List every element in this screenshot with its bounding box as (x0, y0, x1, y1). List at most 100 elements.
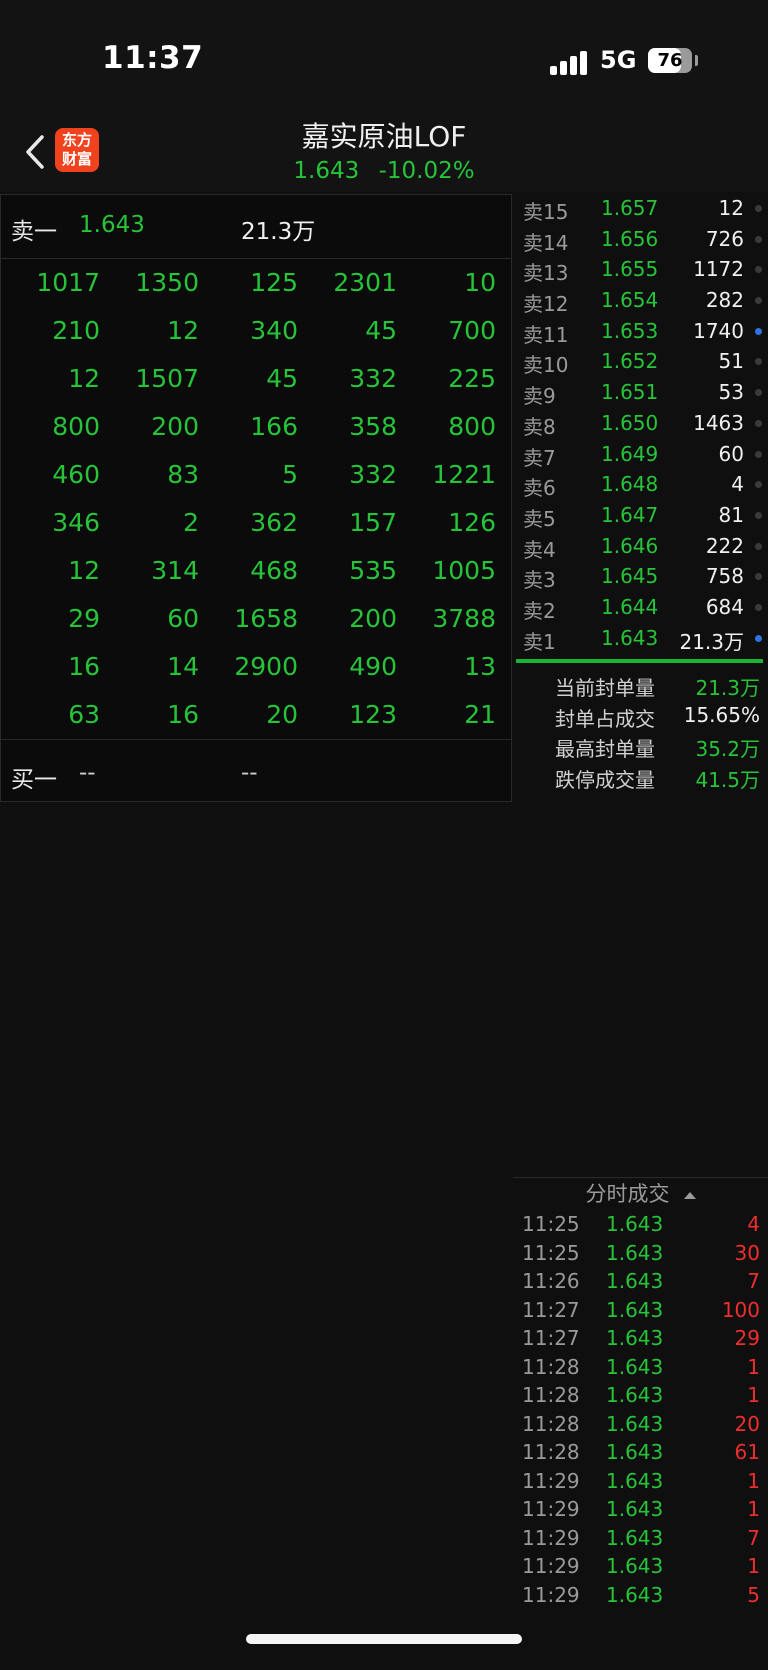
ask-level-row[interactable]: 卖10 1.652 51 (513, 345, 768, 377)
trade-time: 11:25 (522, 1240, 580, 1265)
buy-one-volume: -- (241, 760, 258, 786)
queue-row: 346 2 362 157 126 (1, 499, 511, 547)
dot-indicator-icon (755, 450, 762, 458)
seal-stat-label: 当前封单量 (555, 676, 655, 700)
trade-row: 11:28 1.643 61 (513, 1438, 768, 1467)
queue-cell: 1507 (135, 364, 199, 393)
ask-level-price: 1.655 (601, 257, 659, 282)
queue-cell: 157 (349, 508, 397, 537)
ask-level-row[interactable]: 卖6 1.648 4 (513, 468, 768, 500)
trade-time: 11:27 (522, 1297, 580, 1322)
seal-stat-row: 跌停成交量 41.5万 (513, 762, 768, 793)
time-sales-panel: 分时成交 11:25 1.643 4 11:25 1.643 30 11:26 1.643 7 1… (513, 1177, 768, 1607)
ask-level-label: 卖11 (523, 322, 569, 347)
ask-level-row[interactable]: 卖11 1.653 1740 (513, 315, 768, 347)
queue-cell: 60 (167, 604, 199, 633)
seal-stat-value: 35.2万 (695, 737, 760, 761)
ask-level-volume: 60 (718, 441, 744, 466)
trade-price: 1.643 (606, 1326, 664, 1350)
home-indicator[interactable] (246, 1634, 522, 1644)
trade-price: 1.643 (606, 1240, 664, 1265)
trade-row: 11:27 1.643 100 (513, 1296, 768, 1325)
queue-cell: 800 (52, 412, 100, 441)
ask-level-volume: 4 (731, 472, 744, 497)
dot-indicator-icon (755, 542, 762, 550)
ask-level-volume: 1463 (693, 410, 744, 435)
sell-one-label: 卖一 (11, 219, 57, 245)
ask-level-volume: 1740 (693, 318, 744, 343)
ask-level-volume: 12 (718, 196, 744, 220)
ask-level-price: 1.654 (601, 288, 659, 313)
ask-level-label: 卖9 (523, 384, 556, 409)
queue-row: 16 14 2900 490 13 (1, 643, 511, 691)
ask-level-row[interactable]: 卖2 1.644 684 (513, 591, 768, 623)
ask-level-row[interactable]: 卖9 1.651 53 (513, 376, 768, 409)
ask-level-row[interactable]: 卖15 1.657 12 (513, 192, 768, 224)
trade-volume: 30 (734, 1240, 760, 1265)
queue-cell: 2900 (234, 652, 298, 681)
trade-row: 11:29 1.643 7 (513, 1524, 768, 1553)
trade-row: 11:25 1.643 30 (513, 1239, 768, 1268)
ask-level-price: 1.651 (601, 380, 659, 405)
trade-volume: 61 (734, 1440, 760, 1464)
queue-row: 1017 1350 125 2301 10 (1, 259, 511, 307)
queue-cell: 200 (151, 412, 199, 441)
ask-level-price: 1.653 (601, 318, 659, 343)
buy-one-price: -- (79, 760, 96, 786)
ask-level-volume: 21.3万 (679, 629, 744, 654)
trade-row: 11:27 1.643 29 (513, 1324, 768, 1353)
trade-time: 11:29 (522, 1497, 580, 1521)
ask-level-row[interactable]: 卖13 1.655 1172 (513, 253, 768, 285)
ask-level-price: 1.647 (601, 502, 659, 527)
ask-level-row[interactable]: 卖1 1.643 21.3万 (513, 622, 768, 654)
queue-cell: 225 (448, 364, 496, 393)
dot-indicator-icon (755, 481, 762, 489)
queue-cell: 29 (68, 604, 100, 633)
trade-price: 1.643 (606, 1525, 664, 1550)
ask-level-volume: 222 (705, 533, 744, 558)
queue-cell: 346 (52, 508, 100, 537)
ask-level-row[interactable]: 卖8 1.650 1463 (513, 407, 768, 439)
seal-stat-row: 最高封单量 35.2万 (513, 731, 768, 762)
trade-price: 1.643 (606, 1497, 664, 1521)
ask-level-row[interactable]: 卖12 1.654 282 (513, 284, 768, 316)
ask-level-price: 1.656 (601, 226, 659, 251)
queue-cell: 12 (167, 316, 199, 345)
trade-row: 11:26 1.643 7 (513, 1267, 768, 1296)
trade-volume: 4 (747, 1212, 760, 1236)
ask-level-volume: 51 (718, 349, 744, 374)
trade-time: 11:28 (522, 1440, 580, 1464)
queue-cell: 45 (365, 316, 397, 345)
queue-cell: 12 (68, 556, 100, 585)
queue-cell: 1658 (234, 604, 298, 633)
queue-cell: 10 (464, 268, 496, 297)
buy-one-row[interactable]: 买一 -- -- (1, 739, 511, 803)
ask-levels-panel: 卖15 1.657 12 卖14 1.656 726 卖13 1.655 1172 卖12 1.65… (513, 192, 768, 654)
queue-cell: 332 (349, 364, 397, 393)
trade-price: 1.643 (606, 1297, 664, 1322)
queue-cell: 1017 (36, 268, 100, 297)
status-bar: 11:37 5G 76 (0, 0, 768, 110)
queue-cell: 123 (349, 700, 397, 729)
battery-icon: 76 (648, 48, 692, 73)
order-queue-panel: 卖一 1.643 21.3万 1017 1350 125 2301 10 210 12 340… (0, 194, 512, 802)
dot-indicator-icon (755, 297, 762, 305)
trade-volume: 100 (721, 1297, 760, 1322)
ask-level-row[interactable]: 卖3 1.645 758 (513, 560, 768, 592)
ask-level-volume: 53 (718, 380, 744, 405)
ask-level-price: 1.643 (601, 625, 659, 650)
time-sales-header[interactable]: 分时成交 (513, 1178, 768, 1210)
trade-list: 11:25 1.643 4 11:25 1.643 30 11:26 1.643 7 11:27 1… (513, 1210, 768, 1609)
trade-price: 1.643 (606, 1440, 664, 1464)
seal-stat-value: 15.65% (683, 702, 760, 727)
ask-level-row[interactable]: 卖14 1.656 726 (513, 223, 768, 255)
ask-level-row[interactable]: 卖7 1.649 60 (513, 438, 768, 470)
ask-level-row[interactable]: 卖5 1.647 81 (513, 499, 768, 531)
ask-level-volume: 726 (705, 226, 744, 251)
sell-one-row[interactable]: 卖一 1.643 21.3万 (1, 195, 511, 259)
trade-time: 11:28 (522, 1383, 580, 1407)
trade-row: 11:29 1.643 1 (513, 1495, 768, 1524)
ask-level-row[interactable]: 卖4 1.646 222 (513, 530, 768, 562)
queue-row: 29 60 1658 200 3788 (1, 595, 511, 643)
trade-time: 11:29 (522, 1525, 580, 1550)
